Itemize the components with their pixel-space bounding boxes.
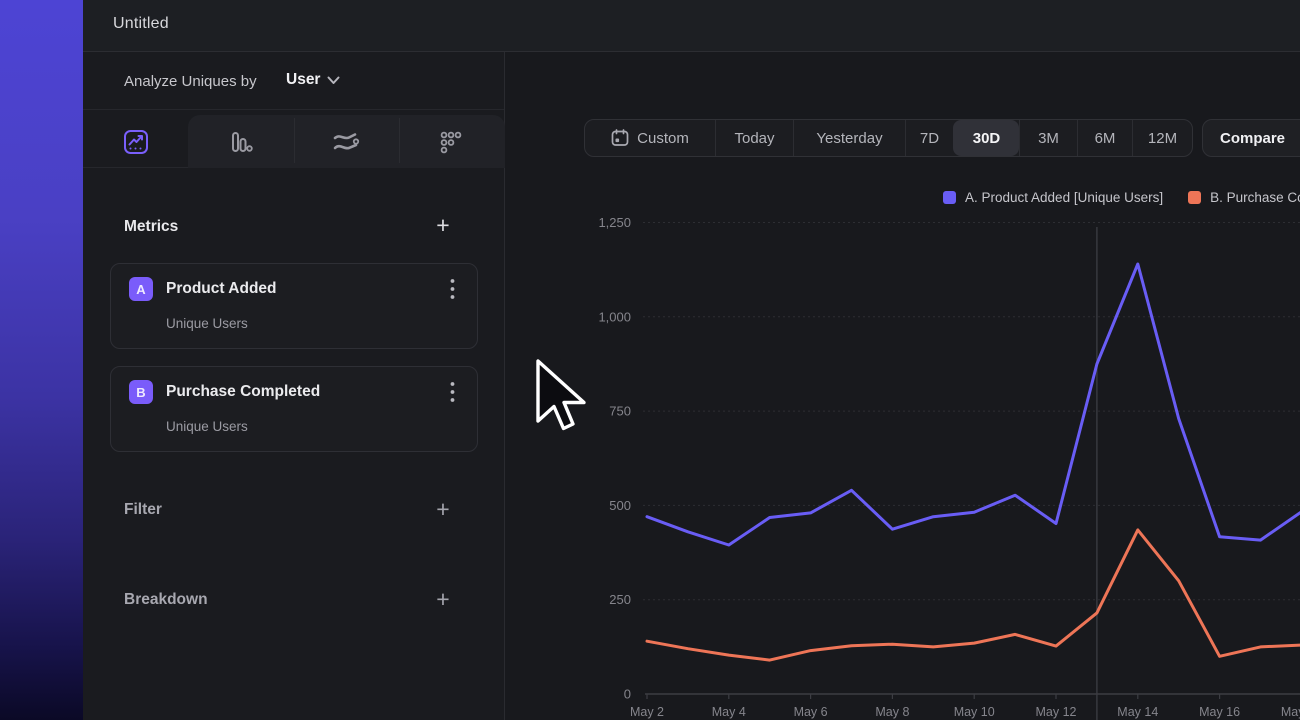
range-12m[interactable]: 12M [1132,120,1192,156]
analyze-by-row: Analyze Uniques by User [83,52,504,110]
kebab-icon [450,278,455,300]
range-label: Custom [637,130,689,147]
metric-name: Product Added [166,280,277,298]
line-chart-icon [123,129,149,155]
svg-text:250: 250 [609,592,631,607]
svg-text:May 2: May 2 [630,705,664,719]
range-label: 7D [920,130,939,147]
metric-measure: Unique Users [166,419,248,434]
svg-text:May 18: May 18 [1281,705,1300,719]
chevron-down-icon [327,76,340,85]
breakdown-section-title: Breakdown [124,591,208,609]
svg-text:750: 750 [609,404,631,419]
analyze-by-label: Analyze Uniques by [124,73,257,90]
range-label: 30D [973,130,1001,147]
range-label: 3M [1038,130,1059,147]
svg-text:0: 0 [624,687,631,702]
range-label: Today [734,130,774,147]
desktop-wallpaper [0,0,83,720]
filter-section-title: Filter [124,501,162,519]
metric-name: Purchase Completed [166,383,320,401]
legend-item[interactable]: A. Product Added [Unique Users] [943,190,1163,205]
metric-badge-b: B [129,380,153,404]
legend-swatch [1188,191,1201,204]
line-chart: 0 250 500 750 1,000 1,250 May 2 May 4 May 6 May 8… [505,205,1300,720]
metric-options-button[interactable] [441,380,463,404]
analyze-by-value: User [286,71,320,89]
screen: Untitled Analyze Uniques by User [0,0,1300,720]
svg-text:1,250: 1,250 [598,215,631,230]
range-label: 12M [1148,130,1177,147]
tab-line-chart[interactable] [83,115,188,168]
kebab-icon [450,381,455,403]
svg-text:500: 500 [609,498,631,513]
svg-text:May 4: May 4 [712,705,746,719]
legend-item[interactable]: B. Purchase Completed [Unique Users] [1188,190,1300,205]
metric-card-b[interactable]: B Purchase Completed Unique Users [110,366,478,452]
query-sidebar: Analyze Uniques by User [83,52,505,720]
metric-measure: Unique Users [166,316,248,331]
range-yesterday[interactable]: Yesterday [793,120,905,156]
mouse-cursor [535,359,595,439]
range-7d[interactable]: 7D [905,120,953,156]
svg-text:May 14: May 14 [1117,705,1158,719]
flow-chart-icon [332,129,360,155]
range-custom[interactable]: Custom [585,120,715,156]
svg-text:May 12: May 12 [1036,705,1077,719]
range-3m[interactable]: 3M [1019,120,1077,156]
bar-chart-icon [228,129,254,155]
date-range-selector: Custom Today Yesterday 7D 30D 3M 6M 12M [584,119,1193,157]
analyze-by-dropdown[interactable]: User [286,71,340,89]
legend-label: A. Product Added [Unique Users] [965,190,1163,205]
metric-options-button[interactable] [441,277,463,301]
range-30d[interactable]: 30D [953,120,1019,156]
range-6m[interactable]: 6M [1077,120,1132,156]
legend-label: B. Purchase Completed [Unique Users] [1210,190,1300,205]
report-title[interactable]: Untitled [113,15,169,33]
svg-text:May 10: May 10 [954,705,995,719]
tab-retention-grid[interactable] [398,115,503,168]
retention-grid-icon [438,129,464,155]
svg-text:May 8: May 8 [875,705,909,719]
metrics-section-title: Metrics [124,218,178,236]
add-filter-button[interactable]: + [431,497,455,521]
add-breakdown-button[interactable]: + [431,587,455,611]
chart-type-tabs [83,110,504,168]
svg-text:May 6: May 6 [794,705,828,719]
chart-legend: A. Product Added [Unique Users] B. Purcha… [943,190,1300,205]
metric-badge-a: A [129,277,153,301]
range-today[interactable]: Today [715,120,793,156]
svg-text:May 16: May 16 [1199,705,1240,719]
svg-text:1,000: 1,000 [598,309,631,324]
compare-button[interactable]: Compare [1202,119,1300,157]
tab-bar-chart[interactable] [188,115,293,168]
range-label: 6M [1095,130,1116,147]
compare-label: Compare [1220,130,1285,147]
legend-swatch [943,191,956,204]
range-label: Yesterday [816,130,882,147]
add-metric-button[interactable]: + [431,213,455,237]
metric-card-a[interactable]: A Product Added Unique Users [110,263,478,349]
app-header: Untitled [83,0,1300,52]
calendar-icon [611,129,629,147]
tab-flow-chart[interactable] [293,115,398,168]
